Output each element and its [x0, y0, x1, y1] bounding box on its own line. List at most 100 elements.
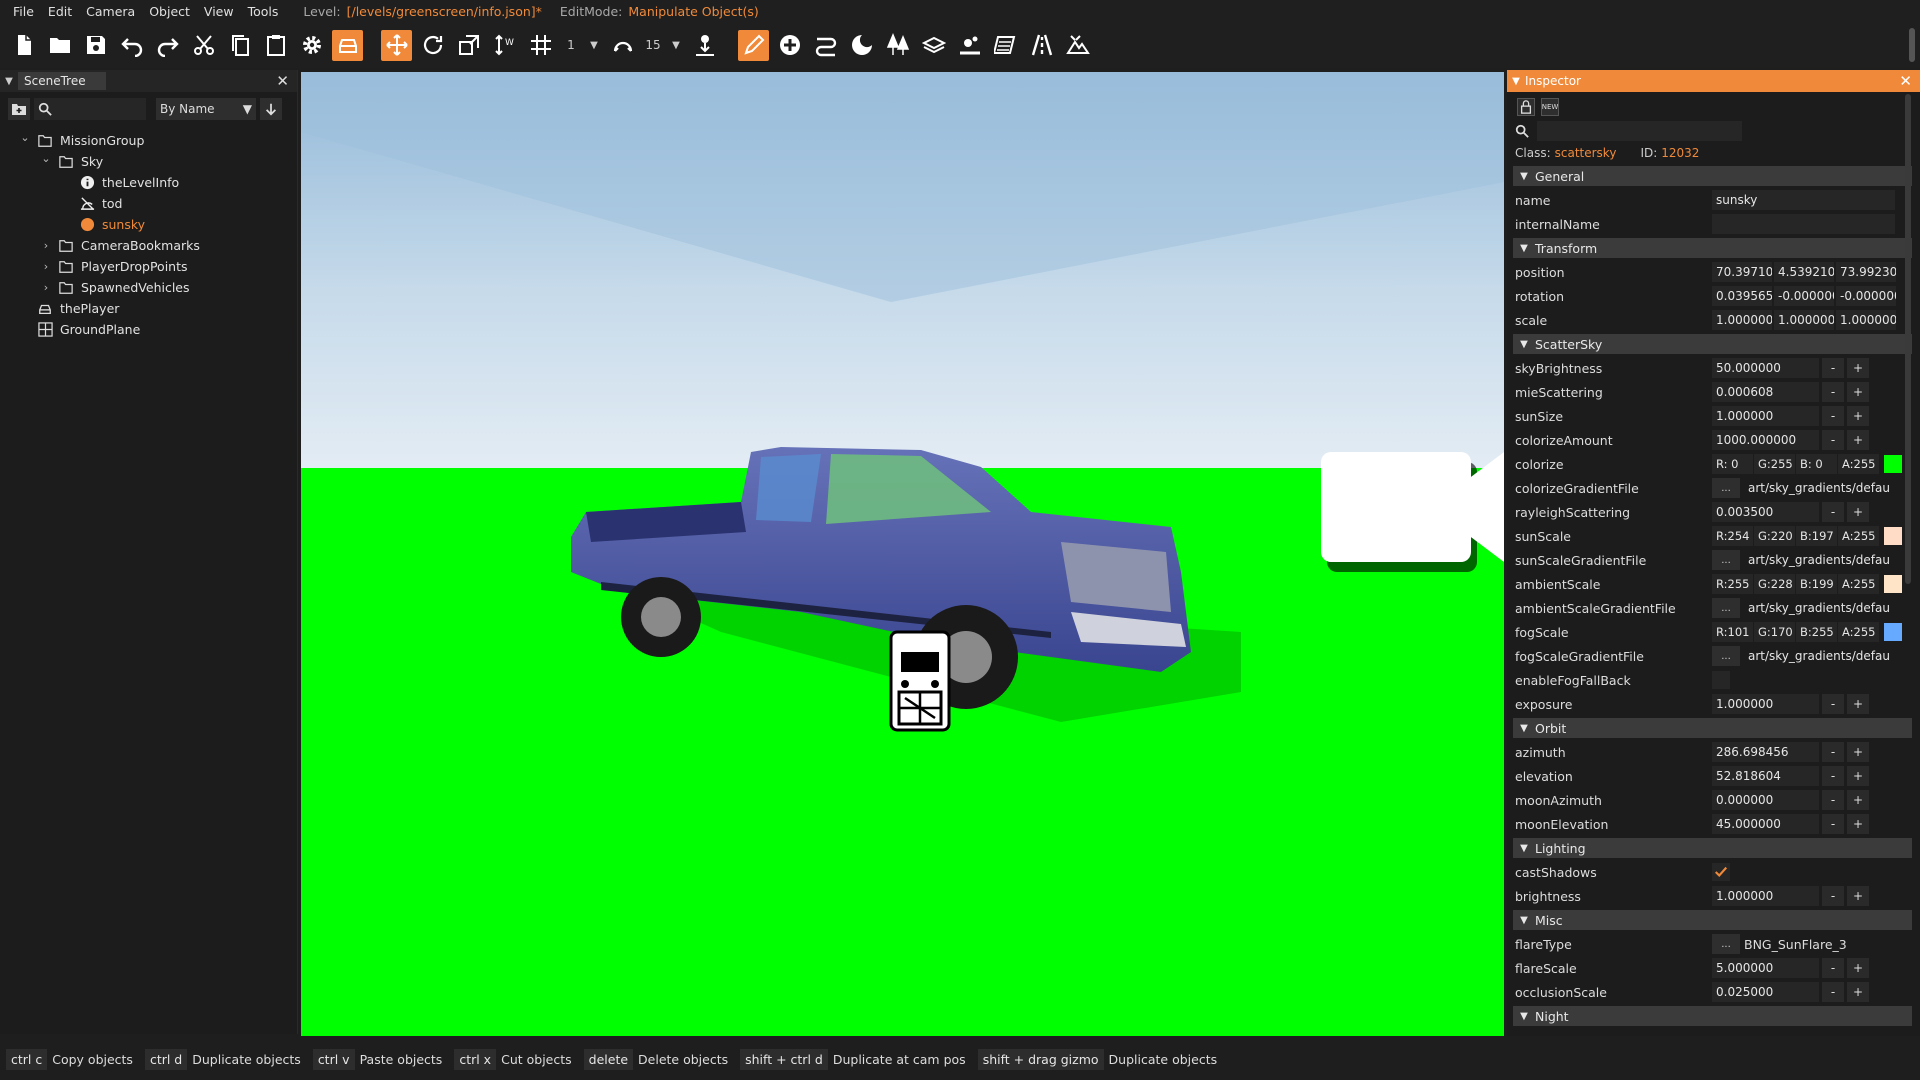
undo-button[interactable]	[116, 30, 147, 61]
increment-button[interactable]: +	[1847, 982, 1869, 1002]
tree-item-sky[interactable]: ⌄ Sky	[0, 151, 297, 172]
rotate-tool-button[interactable]	[417, 30, 448, 61]
terrain-editor-button[interactable]	[1062, 30, 1093, 61]
vehicle-gizmo-icon[interactable]	[889, 630, 951, 732]
decrement-button[interactable]: -	[1822, 694, 1844, 714]
rotation-z-input[interactable]: -0.000000	[1836, 286, 1896, 306]
menu-tools[interactable]: Tools	[241, 4, 286, 19]
inspector-title[interactable]: Inspector	[1525, 74, 1581, 88]
decrement-button[interactable]: -	[1822, 502, 1844, 522]
forest-editor-button[interactable]	[882, 30, 913, 61]
flaretype-browse-button[interactable]: ...	[1712, 934, 1740, 954]
toolbar-scrollbar[interactable]	[1909, 28, 1915, 62]
menu-view[interactable]: View	[197, 4, 241, 19]
increment-button[interactable]: +	[1847, 406, 1869, 426]
decal-editor-button[interactable]	[954, 30, 985, 61]
inspector-scrollbar[interactable]	[1905, 94, 1911, 584]
sunscale-a-input[interactable]: A:255	[1838, 526, 1879, 546]
open-folder-button[interactable]	[44, 30, 75, 61]
copy-button[interactable]	[224, 30, 255, 61]
drop-to-ground-button[interactable]	[689, 30, 720, 61]
vehicle-tool-button[interactable]	[332, 29, 363, 61]
scenetree-search-input[interactable]	[34, 98, 146, 120]
increment-button[interactable]: +	[1847, 790, 1869, 810]
increment-button[interactable]: +	[1847, 358, 1869, 378]
colorize-g-input[interactable]: G:255	[1754, 454, 1795, 474]
inspector-search-input[interactable]	[1537, 121, 1742, 141]
azimuth-input[interactable]: 286.698456	[1712, 742, 1819, 762]
scale-y-input[interactable]: 1.000000	[1774, 310, 1834, 330]
name-input[interactable]: sunsky	[1712, 190, 1895, 210]
terrain-material-button[interactable]	[918, 30, 949, 61]
decrement-button[interactable]: -	[1822, 886, 1844, 906]
decrement-button[interactable]: -	[1822, 406, 1844, 426]
object-edit-button[interactable]	[738, 29, 769, 61]
scale-z-input[interactable]: 1.000000	[1836, 310, 1896, 330]
scale-tool-button[interactable]	[453, 30, 484, 61]
brightness-input[interactable]: 1.000000	[1712, 886, 1819, 906]
section-general[interactable]: ▼ General	[1513, 166, 1912, 186]
flarescale-input[interactable]: 5.000000	[1712, 958, 1819, 978]
grid-snap-dropdown[interactable]: ▼	[586, 30, 602, 61]
colorize-a-input[interactable]: A:255	[1838, 454, 1879, 474]
ambientscalegradientfile-browse-button[interactable]: ...	[1712, 598, 1740, 618]
rotation-snap-dropdown[interactable]: ▼	[668, 30, 684, 61]
moonelevation-input[interactable]: 45.000000	[1712, 814, 1819, 834]
increment-button[interactable]: +	[1847, 502, 1869, 522]
close-icon[interactable]: ✕	[276, 72, 289, 90]
translate-tool-button[interactable]	[381, 29, 412, 61]
paste-button[interactable]	[260, 30, 291, 61]
camera-gizmo-icon[interactable]	[1321, 452, 1504, 572]
increment-button[interactable]: +	[1847, 766, 1869, 786]
chevron-icon[interactable]: ⌄	[18, 131, 32, 144]
create-object-button[interactable]	[774, 30, 805, 61]
position-y-input[interactable]: 4.539210	[1774, 262, 1834, 282]
section-lighting[interactable]: ▼ Lighting	[1513, 838, 1912, 858]
increment-button[interactable]: +	[1847, 814, 1869, 834]
increment-button[interactable]: +	[1847, 430, 1869, 450]
new-inspector-button[interactable]: NEW	[1541, 98, 1559, 116]
tree-item-playerdroppoints[interactable]: › PlayerDropPoints	[0, 256, 297, 277]
sunscale-g-input[interactable]: G:220	[1754, 526, 1795, 546]
moonazimuth-input[interactable]: 0.000000	[1712, 790, 1819, 810]
grid-snap-button[interactable]	[525, 30, 556, 61]
mesh-road-button[interactable]	[1026, 30, 1057, 61]
tree-item-missiongroup[interactable]: ⌄ MissionGroup	[0, 130, 297, 151]
menu-camera[interactable]: Camera	[79, 4, 142, 19]
ambientscale-color-swatch[interactable]	[1884, 575, 1902, 593]
redo-button[interactable]	[152, 30, 183, 61]
fogscale-r-input[interactable]: R:101	[1712, 622, 1753, 642]
ambientscalegradientfile-input[interactable]: art/sky_gradients/default	[1744, 598, 1891, 618]
ambientscale-g-input[interactable]: G:228	[1754, 574, 1795, 594]
position-z-input[interactable]: 73.992302	[1836, 262, 1896, 282]
tree-item-tod[interactable]: tod	[0, 193, 297, 214]
grid-snap-value[interactable]: 1	[561, 38, 581, 52]
chevron-icon[interactable]: ›	[39, 239, 53, 252]
colorizegradientfile-input[interactable]: art/sky_gradients/default	[1744, 478, 1891, 498]
road-editor-button[interactable]	[810, 30, 841, 61]
decrement-button[interactable]: -	[1822, 982, 1844, 1002]
decrement-button[interactable]: -	[1822, 430, 1844, 450]
colorizeamount-input[interactable]: 1000.000000	[1712, 430, 1819, 450]
tree-item-spawnedvehicles[interactable]: › SpawnedVehicles	[0, 277, 297, 298]
elevation-input[interactable]: 52.818604	[1712, 766, 1819, 786]
fogscale-b-input[interactable]: B:255	[1796, 622, 1837, 642]
decrement-button[interactable]: -	[1822, 814, 1844, 834]
add-group-button[interactable]	[8, 98, 30, 120]
lock-button[interactable]	[1517, 98, 1535, 116]
sunsize-input[interactable]: 1.000000	[1712, 406, 1819, 426]
sunscalegradientfile-input[interactable]: art/sky_gradients/default	[1744, 550, 1891, 570]
new-file-button[interactable]	[8, 30, 39, 61]
internalname-input[interactable]	[1712, 214, 1895, 234]
occlusionscale-input[interactable]: 0.025000	[1712, 982, 1819, 1002]
fogscalegradientfile-input[interactable]: art/sky_gradients/default	[1744, 646, 1891, 666]
increment-button[interactable]: +	[1847, 742, 1869, 762]
collapse-triangle-icon[interactable]: ▼	[0, 76, 18, 87]
rotation-x-input[interactable]: 0.039565	[1712, 286, 1772, 306]
increment-button[interactable]: +	[1847, 382, 1869, 402]
tree-item-thelevelinfo[interactable]: theLevelInfo	[0, 172, 297, 193]
river-editor-button[interactable]	[990, 30, 1021, 61]
fogscale-g-input[interactable]: G:170	[1754, 622, 1795, 642]
sunscale-color-swatch[interactable]	[1884, 527, 1902, 545]
colorize-b-input[interactable]: B: 0	[1796, 454, 1837, 474]
